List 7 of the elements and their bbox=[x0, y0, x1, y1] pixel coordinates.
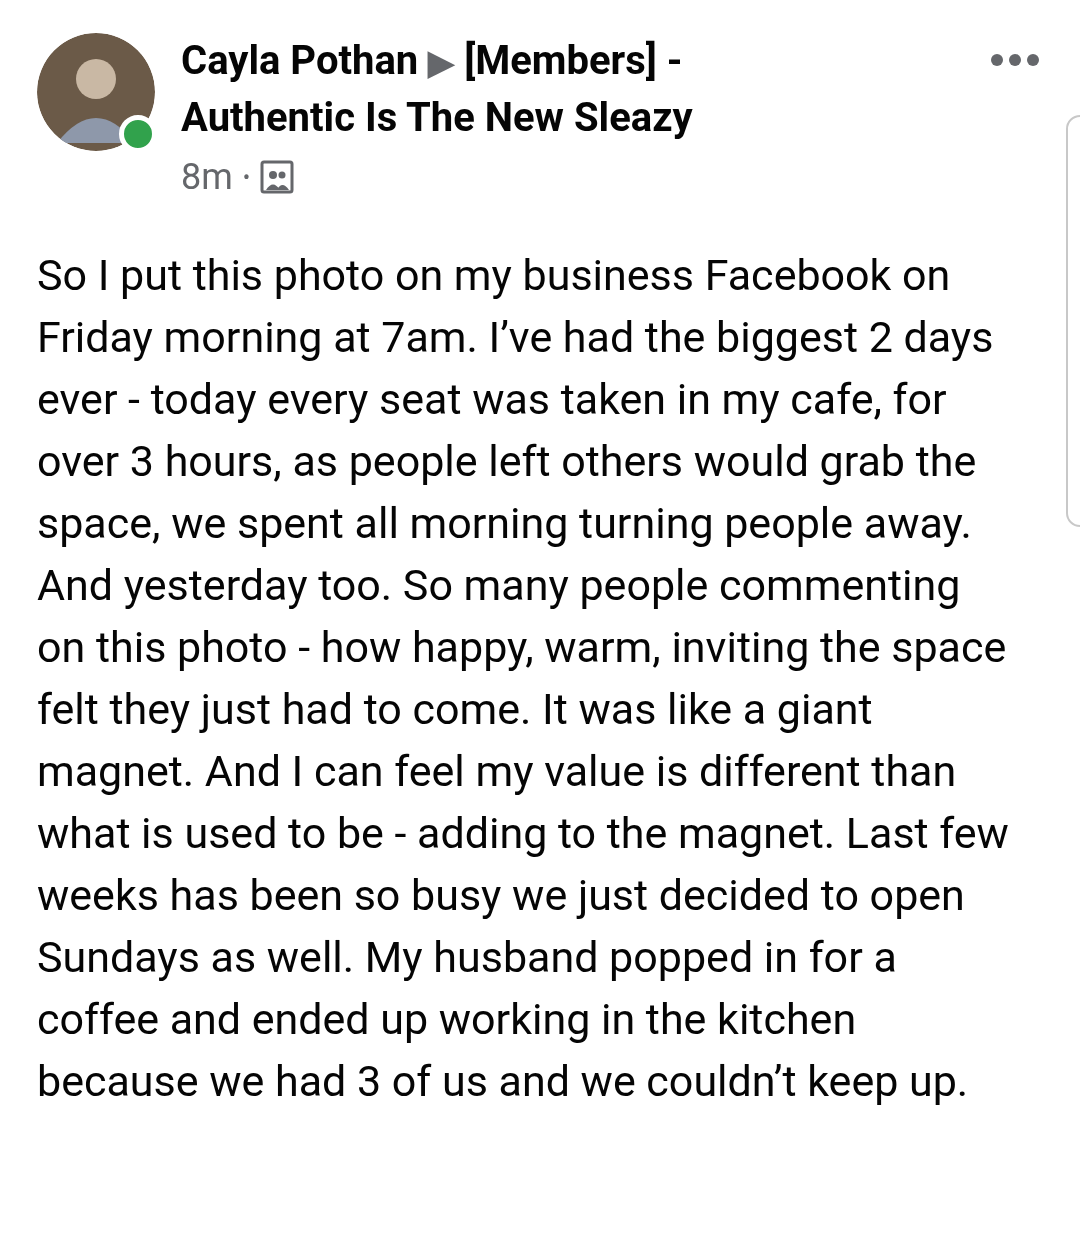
post-text: So I put this photo on my business Facebook on Friday morning at 7am. I’ve had the biggest 2 days ever - today every seat was taken in my cafe, for over 3 hours, as people left others would grab the space, we spent all morning turning people away. And yesterday too. So many people commenting on this photo - how happy, warm, inviting the space felt they just had to come. It was like a giant magnet. And I can feel my value is different than what is used to be - adding to the magnet. Last few weeks has been so busy we just decided to open Sundays as well. My husband popped in for a coffee and ended up working in the kitchen because we had 3 of us and we couldn’t keep up. bbox=[36, 249, 1010, 1108]
dot-separator: • bbox=[242, 163, 251, 192]
members-icon bbox=[260, 160, 295, 194]
avatar[interactable] bbox=[37, 33, 155, 151]
post-time[interactable]: 8m bbox=[181, 150, 233, 204]
post-title[interactable]: Cayla Pothan ▶ [Members] - Authentic Is The New Sleazy bbox=[181, 33, 821, 146]
more-options-icon[interactable] bbox=[990, 53, 1040, 67]
